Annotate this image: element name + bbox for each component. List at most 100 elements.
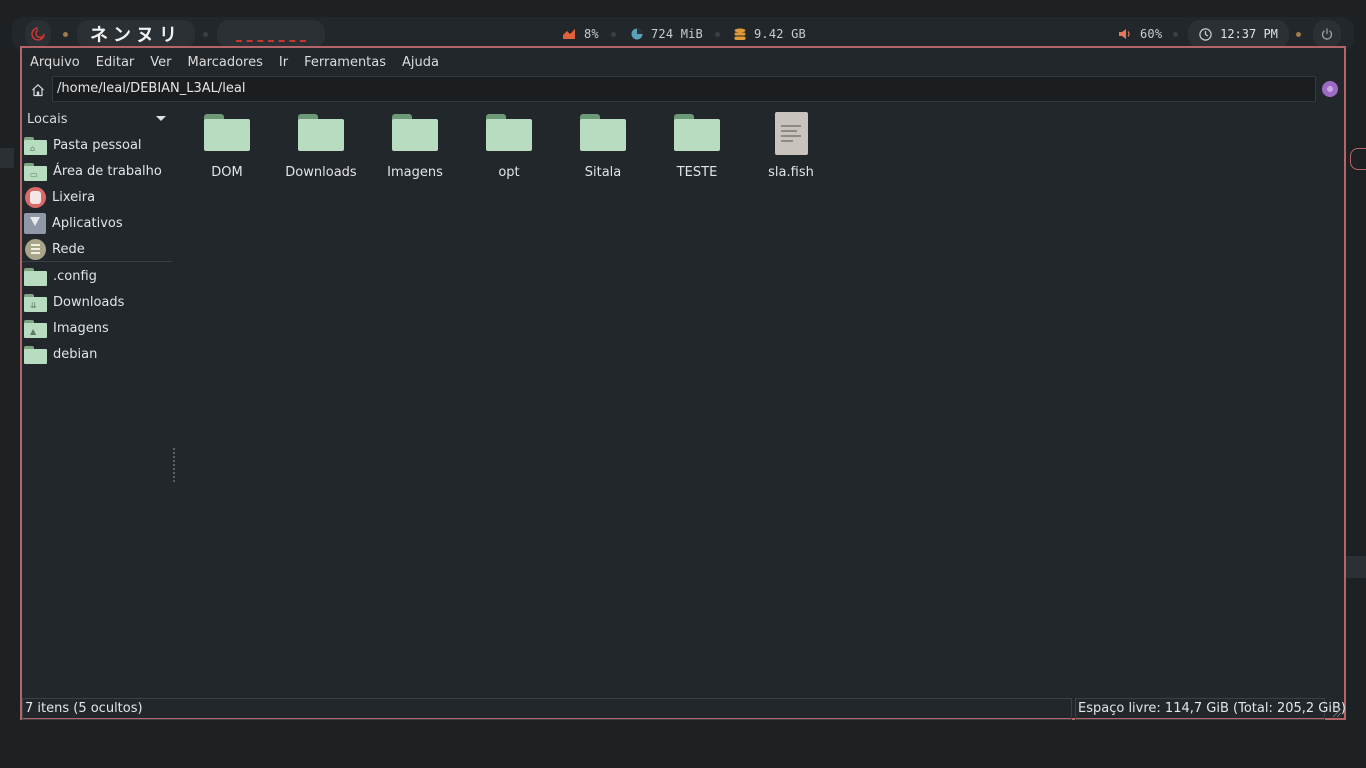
sidebar-item-network[interactable]: Rede <box>22 236 172 262</box>
background-window-edge <box>1350 148 1366 170</box>
clock-widget[interactable]: 12:37 PM <box>1188 20 1289 48</box>
debian-swirl-icon <box>31 27 45 41</box>
sidebar-item-label: Downloads <box>53 294 125 310</box>
file-name: Downloads <box>285 165 357 180</box>
sidebar-bookmark-pictures[interactable]: ▲ Imagens <box>22 315 172 341</box>
sidebar-item-label: Aplicativos <box>52 215 123 231</box>
menu-ver[interactable]: Ver <box>150 55 171 70</box>
ram-usage: 724 MiB <box>651 27 703 41</box>
clock-icon <box>1199 27 1212 41</box>
folder-icon <box>24 344 47 364</box>
sidebar-item-label: Pasta pessoal <box>53 137 142 153</box>
cpu-chart-icon <box>563 29 575 39</box>
sidebar-item-applications[interactable]: Aplicativos <box>22 210 172 236</box>
folder-icon <box>674 114 720 152</box>
file-item-folder[interactable]: Downloads <box>276 114 366 186</box>
side-pane-mode-selector[interactable]: Locais <box>22 108 172 130</box>
folder-icon <box>24 266 47 286</box>
sidebar-bookmark-downloads[interactable]: ⇊ Downloads <box>22 289 172 315</box>
menu-ajuda[interactable]: Ajuda <box>402 55 439 70</box>
clock-time: 12:37 PM <box>1220 27 1278 41</box>
file-item-text[interactable]: sla.fish <box>746 112 836 186</box>
file-name: TESTE <box>676 165 718 180</box>
cpu-usage: 8% <box>584 27 599 41</box>
menu-ferramentas[interactable]: Ferramentas <box>304 55 386 70</box>
background-window-edge <box>0 148 14 168</box>
file-name: Imagens <box>387 165 443 180</box>
pictures-folder-icon: ▲ <box>24 318 47 338</box>
sidebar-item-label: Imagens <box>53 320 109 336</box>
sidebar-divider <box>22 261 172 262</box>
background-window-edge <box>1346 556 1366 578</box>
disk-db-icon <box>734 28 746 40</box>
active-window-underline <box>236 40 306 42</box>
status-free-space: Espaço livre: 114,7 GiB (Total: 205,2 Gi… <box>1075 698 1346 720</box>
separator-dot <box>1173 32 1178 37</box>
file-item-folder[interactable]: Imagens <box>370 114 460 186</box>
text-file-icon <box>774 112 808 155</box>
separator-dot <box>715 32 720 37</box>
separator-dot <box>1296 32 1301 37</box>
speaker-icon <box>1119 29 1130 39</box>
home-icon <box>32 83 44 97</box>
sidebar-item-trash[interactable]: Lixeira <box>22 184 172 210</box>
file-name: DOM <box>211 165 243 180</box>
status-bar: 7 itens (5 ocultos) Espaço livre: 114,7 … <box>22 696 1346 720</box>
side-pane: Locais ⌂ Pasta pessoal ▭ Área de trabalh… <box>22 108 175 698</box>
window-title-pill[interactable] <box>217 20 325 48</box>
menu-editar[interactable]: Editar <box>96 55 135 70</box>
sidebar-item-label: debian <box>53 346 98 362</box>
location-bar: /home/leal/DEBIAN_L3AL/leal <box>22 76 1344 104</box>
sidebar-item-label: Lixeira <box>52 189 96 205</box>
path-input[interactable]: /home/leal/DEBIAN_L3AL/leal <box>52 76 1316 102</box>
pane-resize-handle[interactable] <box>173 448 175 482</box>
folder-icon <box>580 114 626 152</box>
disk-usage: 9.42 GB <box>754 27 806 41</box>
menu-marcadores[interactable]: Marcadores <box>188 55 263 70</box>
folder-icon <box>486 114 532 152</box>
network-icon <box>25 238 46 260</box>
file-item-folder[interactable]: TESTE <box>652 114 742 186</box>
sidebar-bookmark-config[interactable]: .config <box>22 263 172 289</box>
folder-icon <box>298 114 344 152</box>
trash-icon <box>25 186 46 208</box>
sidebar-item-label: Área de trabalho <box>53 163 162 179</box>
file-name: opt <box>498 165 520 180</box>
file-name: Sitala <box>584 165 622 180</box>
power-button[interactable] <box>1313 20 1341 48</box>
ram-pie-icon <box>631 28 643 40</box>
resize-grip-icon[interactable] <box>1330 706 1342 718</box>
menu-ir[interactable]: Ir <box>279 55 288 70</box>
status-item-count: 7 itens (5 ocultos) <box>22 698 1072 720</box>
home-button[interactable] <box>26 78 50 102</box>
separator-dot <box>611 32 616 37</box>
desktop-folder-icon: ▭ <box>24 161 47 181</box>
sidebar-bookmark-debian[interactable]: debian <box>22 341 172 367</box>
menu-arquivo[interactable]: Arquivo <box>30 55 80 70</box>
folder-icon <box>392 114 438 152</box>
file-icon-view[interactable]: DOM Downloads Imagens opt Sitala TESTE s… <box>192 112 1332 194</box>
menu-bar: Arquivo Editar Ver Marcadores Ir Ferrame… <box>22 48 1344 76</box>
file-item-folder[interactable]: Sitala <box>558 114 648 186</box>
activity-spinner-icon <box>1322 81 1338 97</box>
debian-menu-button[interactable] <box>25 20 51 48</box>
file-name: sla.fish <box>768 165 814 180</box>
volume-level: 60% <box>1140 27 1163 41</box>
separator-dot <box>63 32 68 37</box>
downloads-folder-icon: ⇊ <box>24 292 47 312</box>
sidebar-item-desktop[interactable]: ▭ Área de trabalho <box>22 158 172 184</box>
sidebar-item-home[interactable]: ⌂ Pasta pessoal <box>22 132 172 158</box>
separator-dot <box>203 32 208 37</box>
side-pane-title: Locais <box>27 111 68 127</box>
workspace-indicator[interactable]: ネンヌリ <box>77 20 195 48</box>
folder-icon <box>204 114 250 152</box>
workspace-logo-text: ネンヌリ <box>90 25 182 46</box>
home-folder-icon: ⌂ <box>24 135 47 155</box>
applications-icon <box>24 212 46 234</box>
chevron-down-icon <box>156 116 166 121</box>
sidebar-item-label: .config <box>53 268 97 284</box>
file-manager-window: Arquivo Editar Ver Marcadores Ir Ferrame… <box>20 46 1346 720</box>
file-item-folder[interactable]: opt <box>464 114 554 186</box>
file-item-folder[interactable]: DOM <box>182 114 272 186</box>
power-icon <box>1321 28 1333 40</box>
